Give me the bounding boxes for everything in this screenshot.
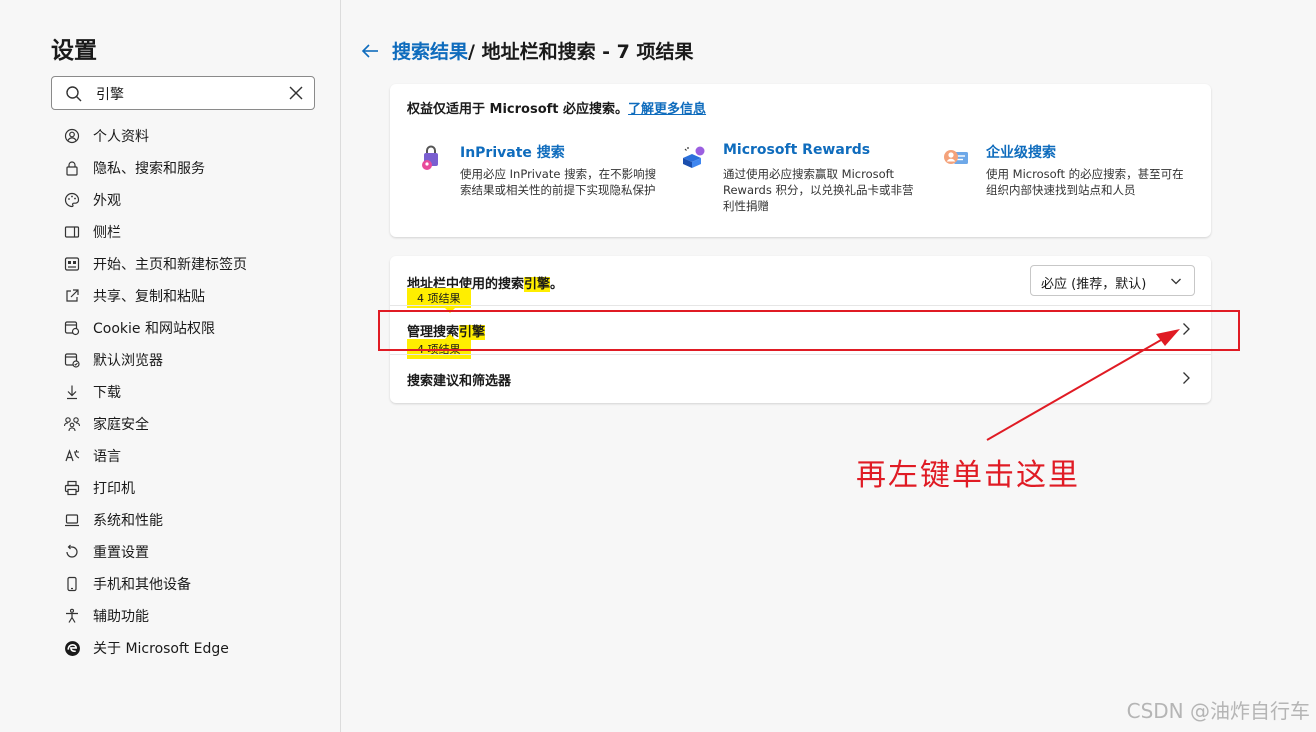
sidebar-item-system[interactable]: 系统和性能 [62,504,332,536]
sidebar-item-appearance[interactable]: 外观 [62,184,332,216]
accessibility-icon [62,606,82,626]
chevron-down-icon [1171,278,1181,285]
inprivate-search-link[interactable]: InPrivate 搜索 [460,142,565,162]
sidebar-item-phone[interactable]: 手机和其他设备 [62,568,332,600]
search-engine-selected-value: 必应 (推荐，默认) [1041,277,1147,292]
annotation-text: 再左键单击这里 [856,458,1080,493]
engine-label-suffix: 。 [550,277,564,292]
sidebar-item-label: 重置设置 [93,545,149,561]
sidebar-icon [62,222,82,242]
browser-icon [62,350,82,370]
enterprise-icon [944,150,968,164]
sidebar-item-about[interactable]: 关于 Microsoft Edge [62,632,332,664]
chevron-right-icon[interactable] [1179,371,1193,385]
sidebar-item-label: 家庭安全 [93,417,149,433]
sidebar-item-label: 开始、主页和新建标签页 [93,257,247,273]
sidebar-item-sidebar[interactable]: 侧栏 [62,216,332,248]
profile-icon [62,126,82,146]
edge-icon [62,638,82,658]
annotation-highlight-box [378,310,1240,351]
sidebar-item-label: 共享、复制和粘贴 [93,289,205,305]
enterprise-desc: 使用 Microsoft 的必应搜索，甚至可在组织内部快速找到站点和人员 [986,167,1184,197]
family-icon [62,414,82,434]
sidebar-item-accessibility[interactable]: 辅助功能 [62,600,332,632]
share-icon [62,286,82,306]
settings-sidebar: 设置 引擎 个人资料 隐私、搜索和服务 外观 侧栏 开始、主页和新建标签页 共享… [0,0,341,732]
bing-benefits-card: 权益仅适用于 Microsoft 必应搜索。了解更多信息 InPrivate 搜… [390,84,1211,237]
sidebar-item-family[interactable]: 家庭安全 [62,408,332,440]
enterprise-search-link[interactable]: 企业级搜索 [986,142,1056,162]
sidebar-item-label: 辅助功能 [93,609,149,625]
system-icon [62,510,82,530]
sidebar-item-label: 语言 [93,449,121,465]
printer-icon [62,478,82,498]
settings-title: 设置 [51,38,97,64]
breadcrumb-search-results-link[interactable]: 搜索结果 [392,37,468,64]
sidebar-item-privacy[interactable]: 隐私、搜索和服务 [62,152,332,184]
sidebar-item-share[interactable]: 共享、复制和粘贴 [62,280,332,312]
sidebar-item-languages[interactable]: 语言 [62,440,332,472]
address-bar-engine-row: 地址栏中使用的搜索引擎。 必应 (推荐，默认) [390,256,1211,305]
sidebar-item-label: 默认浏览器 [93,353,163,369]
sidebar-item-label: 关于 Microsoft Edge [93,641,229,657]
search-input[interactable]: 引擎 [96,84,124,104]
breadcrumb: 搜索结果 / 地址栏和搜索 - 7 项结果 [360,37,694,64]
home-icon [62,254,82,274]
settings-main: 搜索结果 / 地址栏和搜索 - 7 项结果 权益仅适用于 Microsoft 必… [342,0,1316,732]
sidebar-item-label: 系统和性能 [93,513,163,529]
sidebar-item-label: Cookie 和网站权限 [93,321,215,337]
search-suggestions-row[interactable]: 搜索建议和筛选器 [390,355,1211,403]
benefits-notice-text: 权益仅适用于 Microsoft 必应搜索。 [407,102,629,117]
sidebar-item-start-home[interactable]: 开始、主页和新建标签页 [62,248,332,280]
clear-search-icon[interactable] [288,85,304,101]
sidebar-item-reset[interactable]: 重置设置 [62,536,332,568]
sidebar-item-label: 下载 [93,385,121,401]
sidebar-item-label: 个人资料 [93,129,149,145]
lock-icon [62,158,82,178]
breadcrumb-current: / 地址栏和搜索 - 7 项结果 [468,41,694,63]
sidebar-item-profile[interactable]: 个人资料 [62,120,332,152]
download-icon [62,382,82,402]
sidebar-item-label: 手机和其他设备 [93,577,191,593]
sidebar-item-default-browser[interactable]: 默认浏览器 [62,344,332,376]
sidebar-item-printers[interactable]: 打印机 [62,472,332,504]
sidebar-item-label: 隐私、搜索和服务 [93,161,205,177]
search-engine-select[interactable]: 必应 (推荐，默认) [1030,265,1195,296]
cookie-icon [62,318,82,338]
benefits-notice: 权益仅适用于 Microsoft 必应搜索。了解更多信息 [407,98,706,117]
palette-icon [62,190,82,210]
watermark: CSDN @油炸自行车 [1126,699,1310,723]
microsoft-rewards-link[interactable]: Microsoft Rewards [723,142,870,158]
back-arrow-icon[interactable] [360,41,380,61]
rewards-icon [683,146,705,168]
inprivate-icon [422,145,438,170]
sidebar-item-label: 打印机 [93,481,135,497]
search-icon [66,86,82,102]
sidebar-item-downloads[interactable]: 下载 [62,376,332,408]
sidebar-item-label: 外观 [93,193,121,209]
search-suggestions-label: 搜索建议和筛选器 [407,374,512,389]
rewards-desc: 通过使用必应搜索赢取 Microsoft Rewards 积分，以兑换礼品卡或非… [723,167,914,213]
phone-icon [62,574,82,594]
language-icon [62,446,82,466]
engine-label-highlight: 引擎 [524,277,551,292]
settings-search-box[interactable]: 引擎 [51,76,315,110]
settings-nav: 个人资料 隐私、搜索和服务 外观 侧栏 开始、主页和新建标签页 共享、复制和粘贴… [62,120,332,664]
sidebar-item-label: 侧栏 [93,225,121,241]
reset-icon [62,542,82,562]
sidebar-item-cookies[interactable]: Cookie 和网站权限 [62,312,332,344]
inprivate-desc: 使用必应 InPrivate 搜索，在不影响搜索结果或相关性的前提下实现隐私保护 [460,167,657,197]
learn-more-link[interactable]: 了解更多信息 [628,102,706,117]
